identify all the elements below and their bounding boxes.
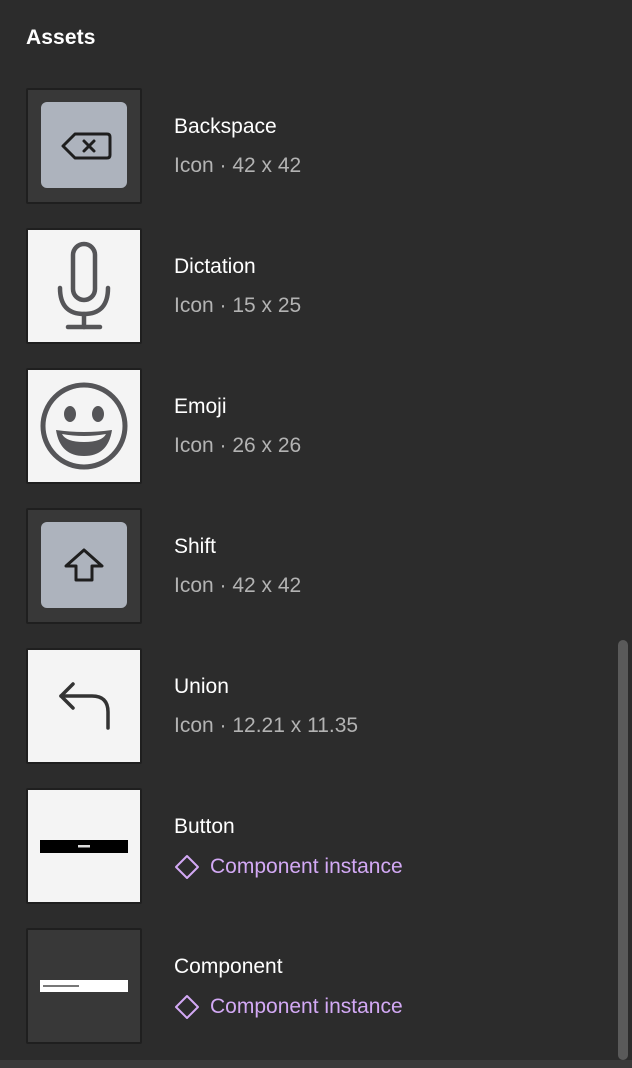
asset-name: Component xyxy=(174,955,283,978)
asset-item-shift[interactable]: Shift Icon · 42 x 42 xyxy=(0,508,610,648)
input-preview-icon xyxy=(40,980,128,992)
asset-name: Shift xyxy=(174,535,217,558)
scrollbar[interactable] xyxy=(618,640,628,1060)
asset-item-button[interactable]: Button Component instance xyxy=(0,788,610,928)
asset-thumbnail xyxy=(26,788,142,904)
asset-item-component[interactable]: Component Component instance xyxy=(0,928,610,1068)
asset-meta: Icon · 26 x 26 xyxy=(174,434,302,457)
asset-thumbnail xyxy=(26,228,142,344)
asset-thumbnail xyxy=(26,928,142,1044)
asset-thumbnail xyxy=(26,508,142,624)
key-background xyxy=(41,102,127,188)
asset-meta: Icon · 42 x 42 xyxy=(174,574,302,597)
asset-meta: Icon · 15 x 25 xyxy=(174,294,302,317)
asset-thumbnail xyxy=(26,368,142,484)
asset-item-backspace[interactable]: Backspace Icon · 42 x 42 xyxy=(0,88,610,228)
asset-meta: Icon · 42 x 42 xyxy=(174,154,302,177)
bottom-edge xyxy=(0,1060,632,1068)
asset-name: Emoji xyxy=(174,395,227,418)
component-instance-label: Component instance xyxy=(174,854,403,880)
asset-item-union[interactable]: Union Icon · 12.21 x 11.35 xyxy=(0,648,610,788)
asset-list: Backspace Icon · 42 x 42 Dictation Icon … xyxy=(0,88,632,1068)
asset-name: Backspace xyxy=(174,115,277,138)
microphone-icon xyxy=(57,241,111,330)
panel-title: Assets xyxy=(26,26,96,49)
component-instance-icon xyxy=(175,995,199,1019)
asset-thumbnail xyxy=(26,648,142,764)
asset-name: Union xyxy=(174,675,229,698)
asset-name: Button xyxy=(174,815,235,838)
smiley-icon xyxy=(40,382,128,470)
asset-item-dictation[interactable]: Dictation Icon · 15 x 25 xyxy=(0,228,610,368)
asset-name: Dictation xyxy=(174,255,256,278)
component-instance-icon xyxy=(175,855,199,879)
key-background xyxy=(41,522,127,608)
component-instance-label: Component instance xyxy=(174,994,403,1020)
asset-meta: Component instance xyxy=(210,995,403,1018)
button-preview-icon xyxy=(40,840,128,853)
reply-arrow-icon xyxy=(59,682,110,730)
asset-item-emoji[interactable]: Emoji Icon · 26 x 26 xyxy=(0,368,610,508)
asset-meta: Icon · 12.21 x 11.35 xyxy=(174,714,359,737)
asset-meta: Component instance xyxy=(210,855,403,878)
asset-thumbnail xyxy=(26,88,142,204)
